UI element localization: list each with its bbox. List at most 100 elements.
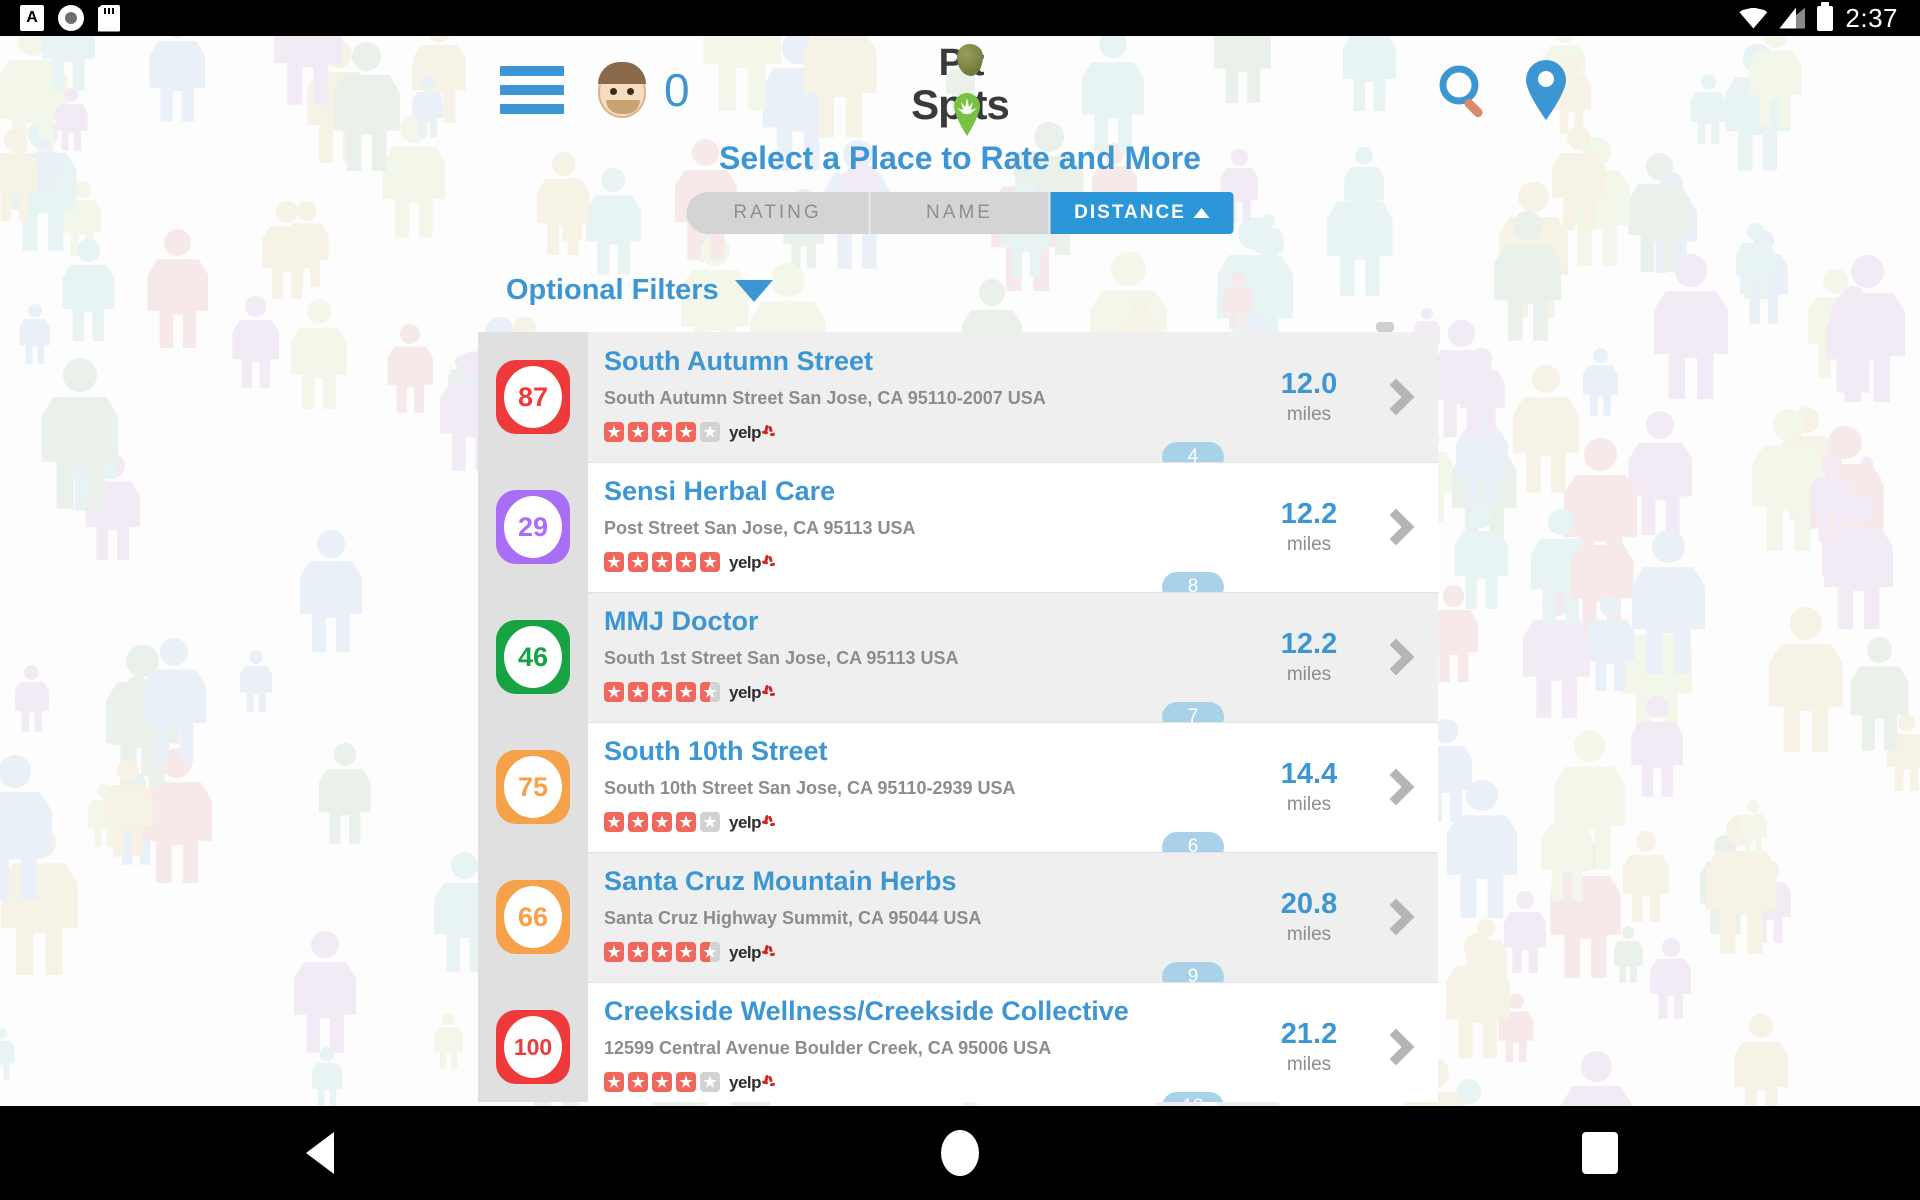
score-value: 46	[504, 626, 562, 688]
place-name[interactable]: Sensi Herbal Care	[604, 476, 1256, 507]
rating-star-half	[700, 942, 720, 963]
background-person-silhouette	[434, 1012, 464, 1070]
rating-star-full	[628, 812, 648, 833]
place-name[interactable]: Creekside Wellness/Creekside Collective	[604, 996, 1256, 1027]
hamburger-menu-icon[interactable]	[500, 66, 564, 114]
place-address: Santa Cruz Highway Summit, CA 95044 USA	[604, 908, 982, 929]
place-address: South 10th Street San Jose, CA 95110-293…	[604, 778, 1016, 799]
yelp-logo-icon: yelp	[729, 944, 776, 961]
table-row[interactable]: 100 Creekside Wellness/Creekside Collecti…	[478, 982, 1438, 1102]
place-info: MMJ Doctor South 1st Street San Jose, CA …	[588, 592, 1256, 722]
sort-tabs: RATING NAME DISTANCE	[686, 192, 1234, 234]
tab-sort-distance-label: DISTANCE	[1074, 202, 1186, 223]
background-person-silhouette	[1582, 347, 1618, 416]
distance-cell: 21.2 miles	[1256, 982, 1362, 1102]
keyboard-a-icon: A	[20, 5, 44, 31]
background-person-silhouette	[0, 755, 53, 901]
optional-filters-toggle[interactable]: Optional Filters	[506, 274, 773, 307]
rating-star-full	[628, 682, 648, 703]
score-badge: 29	[496, 490, 570, 564]
distance-unit: miles	[1286, 664, 1332, 685]
yelp-rating: yelp	[604, 422, 1256, 443]
background-person-silhouette	[19, 303, 51, 365]
score-badge: 75	[496, 750, 570, 824]
rating-star-full	[676, 422, 696, 443]
chevron-right-icon	[1377, 378, 1415, 416]
score-badge: 46	[496, 620, 570, 694]
rating-star-full	[628, 1072, 648, 1093]
rating-star-full	[628, 942, 648, 963]
table-row[interactable]: 66 Santa Cruz Mountain Herbs Santa Cruz Hi…	[478, 852, 1438, 982]
place-address: 12599 Central Avenue Boulder Creek, CA 9…	[604, 1038, 1052, 1059]
background-person-silhouette	[1445, 933, 1510, 1059]
chevron-right-icon	[1377, 638, 1415, 676]
rating-star-empty	[700, 1072, 720, 1093]
map-pin-icon[interactable]	[1524, 60, 1568, 120]
rating-star-empty	[700, 812, 720, 833]
background-person-silhouette	[262, 201, 313, 300]
rating-star-full	[676, 682, 696, 703]
background-person-silhouette	[290, 299, 347, 409]
distance-cell: 12.0 miles	[1256, 332, 1362, 462]
rating-star-full	[604, 552, 624, 573]
chevron-up-icon	[1193, 208, 1210, 218]
nav-recents-button[interactable]	[1280, 1132, 1920, 1174]
score-value: 87	[504, 366, 562, 428]
yelp-logo-icon: yelp	[729, 1074, 776, 1091]
background-person-silhouette	[1494, 211, 1561, 341]
status-clock: 2:37	[1845, 3, 1898, 33]
row-chevron-button[interactable]	[1362, 462, 1438, 592]
background-person-silhouette	[0, 1027, 15, 1080]
background-person-silhouette	[1650, 938, 1692, 1019]
table-row[interactable]: 75 South 10th Street South 10th Street San…	[478, 722, 1438, 852]
place-name[interactable]: South Autumn Street	[604, 346, 1256, 377]
table-row[interactable]: 87 South Autumn Street South Autumn Street…	[478, 332, 1438, 462]
rating-star-full	[652, 942, 672, 963]
row-chevron-button[interactable]	[1362, 852, 1438, 982]
row-chevron-button[interactable]	[1362, 332, 1438, 462]
row-chevron-button[interactable]	[1362, 592, 1438, 722]
nav-home-button[interactable]	[640, 1130, 1280, 1176]
place-name[interactable]: MMJ Doctor	[604, 606, 1256, 637]
background-person-silhouette	[1734, 1014, 1789, 1121]
tab-sort-distance[interactable]: DISTANCE	[1050, 192, 1234, 234]
places-list[interactable]: 87 South Autumn Street South Autumn Street…	[478, 332, 1438, 1102]
rating-star-full	[604, 682, 624, 703]
place-address: South Autumn Street San Jose, CA 95110-2…	[604, 388, 1046, 409]
chevron-down-icon	[734, 279, 773, 302]
nav-back-button[interactable]	[0, 1132, 640, 1174]
background-person-silhouette	[1850, 637, 1909, 751]
table-row[interactable]: 29 Sensi Herbal Care Post Street San Jose,…	[478, 462, 1438, 592]
tab-sort-name[interactable]: NAME	[868, 192, 1051, 234]
distance-value: 12.2	[1280, 628, 1338, 660]
distance-value: 14.4	[1280, 758, 1338, 790]
rating-star-full	[700, 552, 720, 573]
android-status-bar: A 2:37	[0, 0, 1920, 36]
tab-sort-rating[interactable]: RATING	[686, 192, 869, 234]
place-info: Sensi Herbal Care Post Street San Jose, C…	[588, 462, 1256, 592]
row-chevron-button[interactable]	[1362, 722, 1438, 852]
user-avatar-icon[interactable]	[598, 62, 646, 118]
row-chevron-button[interactable]	[1362, 982, 1438, 1102]
yelp-burst-icon	[761, 814, 776, 829]
battery-icon	[1817, 1, 1834, 31]
place-name[interactable]: South 10th Street	[604, 736, 1256, 767]
background-person-silhouette	[1446, 779, 1518, 919]
yelp-rating: yelp	[604, 812, 1256, 833]
rating-star-full	[604, 1072, 624, 1093]
distance-cell: 12.2 miles	[1256, 592, 1362, 722]
yelp-rating: yelp	[604, 682, 1256, 703]
scroll-indicator[interactable]	[1376, 322, 1394, 332]
background-person-silhouette	[62, 238, 115, 341]
table-row[interactable]: 46 MMJ Doctor South 1st Street San Jose, C…	[478, 592, 1438, 722]
yelp-logo-icon: yelp	[729, 554, 776, 571]
place-info: South 10th Street South 10th Street San J…	[588, 722, 1256, 852]
search-icon[interactable]	[1436, 62, 1492, 118]
app-logo[interactable]: P t Sp ts	[880, 44, 1040, 136]
cannabis-leaf-pin-icon	[954, 93, 980, 136]
rating-star-full	[676, 552, 696, 573]
background-person-silhouette	[1554, 731, 1625, 869]
place-name[interactable]: Santa Cruz Mountain Herbs	[604, 866, 1256, 897]
background-person-silhouette	[1736, 223, 1776, 300]
background-person-silhouette	[232, 296, 280, 388]
